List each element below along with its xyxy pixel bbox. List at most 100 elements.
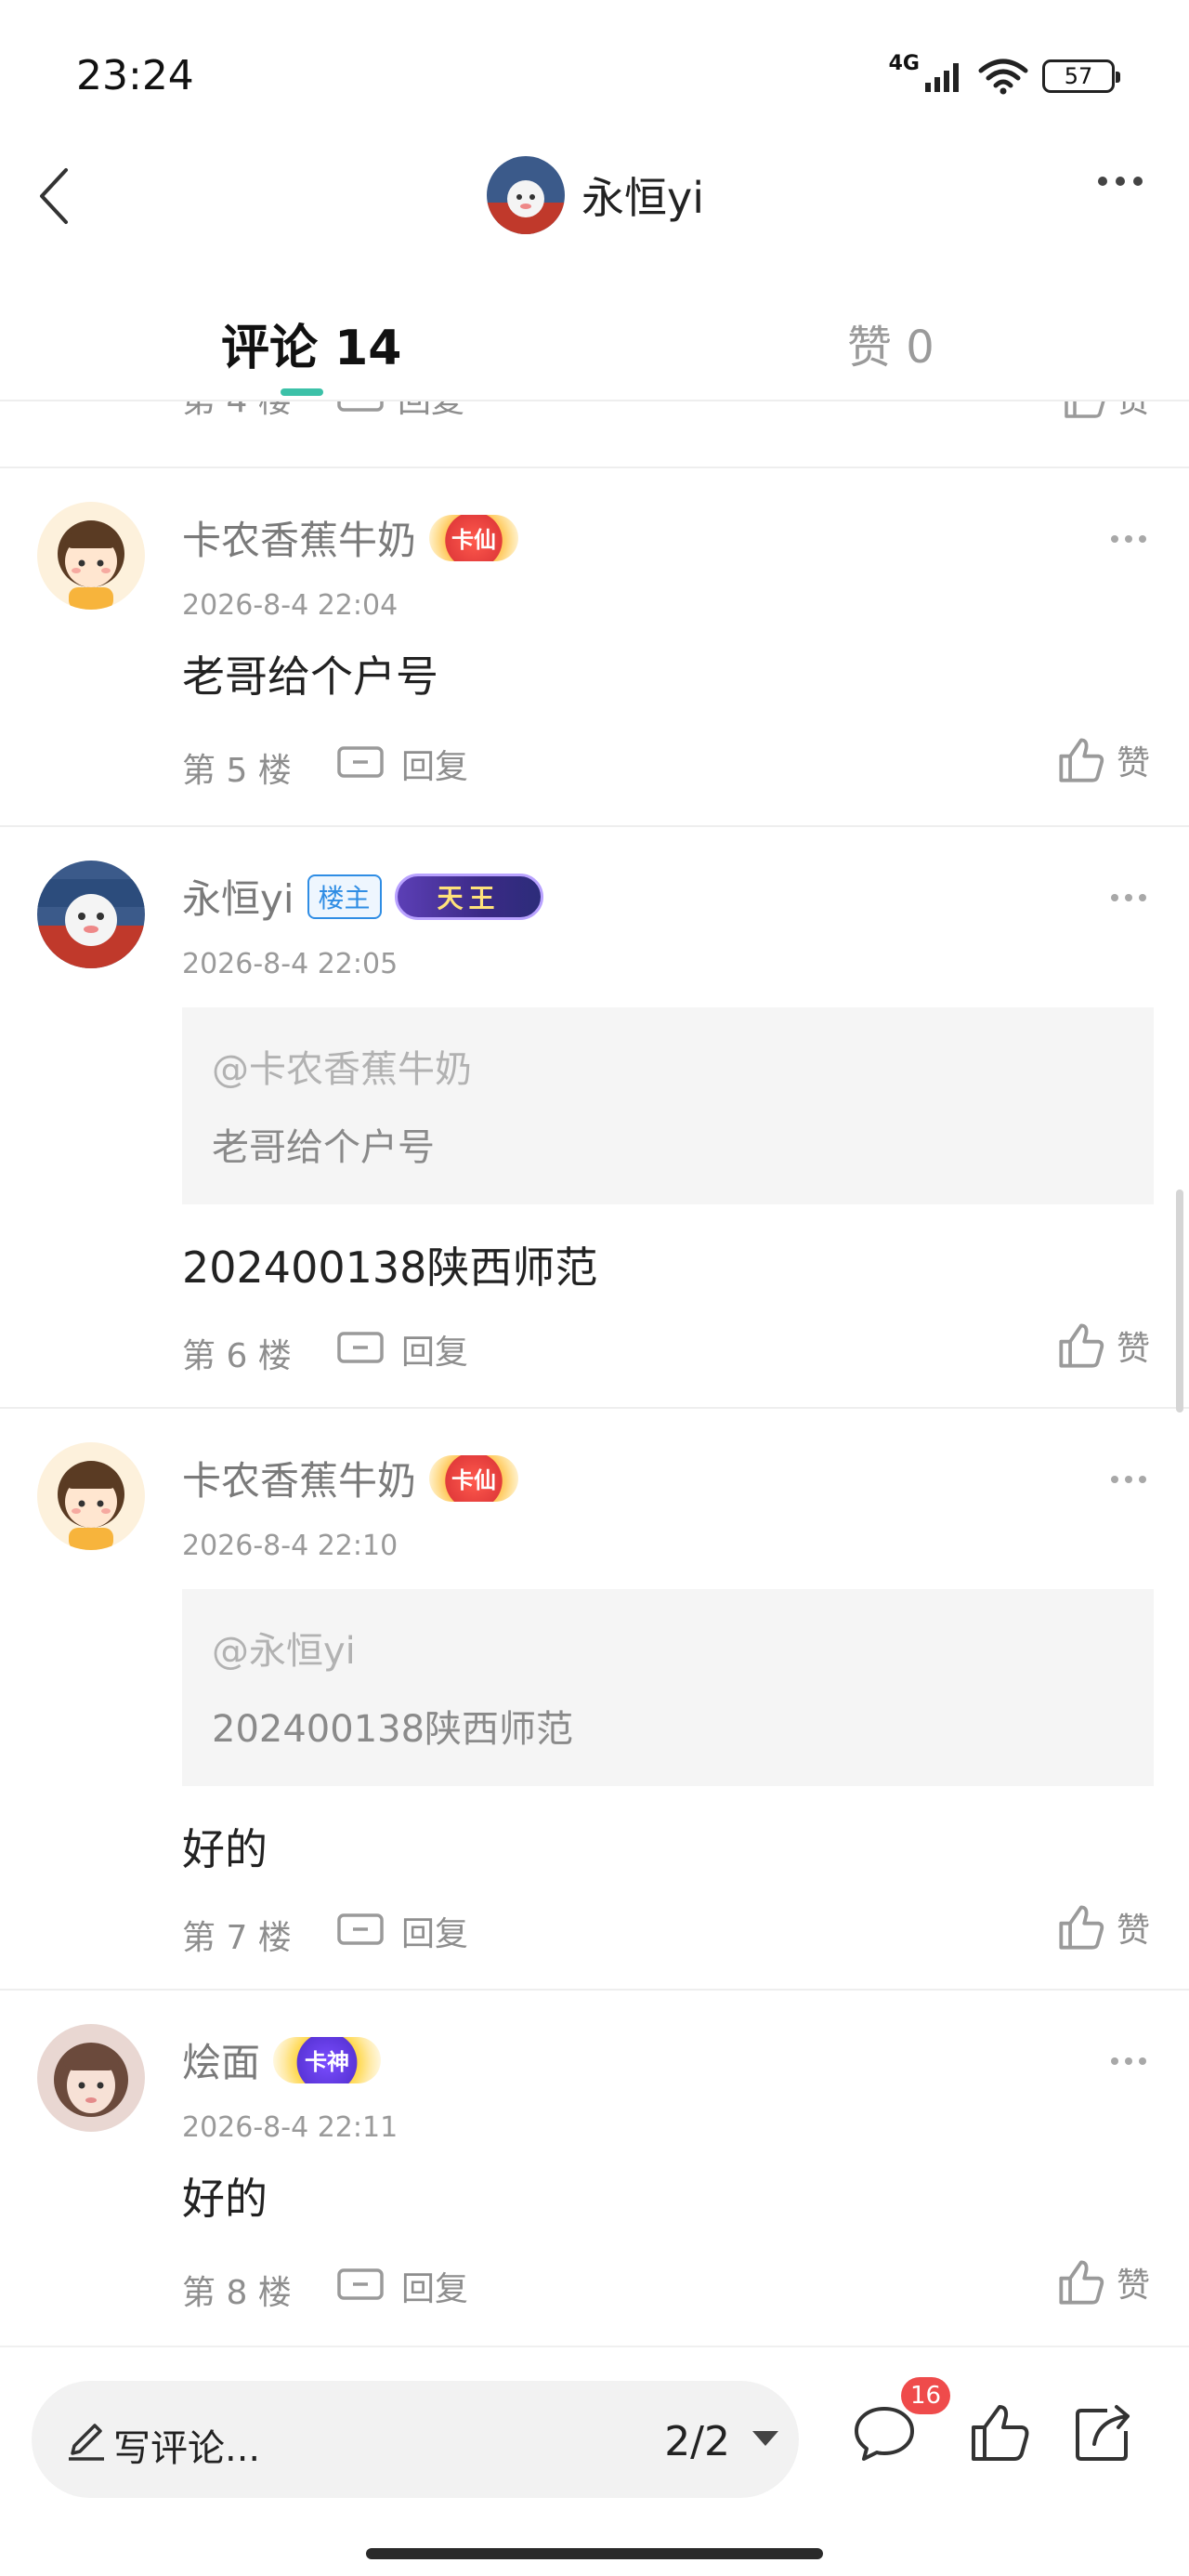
username[interactable]: 烩面 bbox=[182, 2031, 260, 2088]
more-horizontal-icon bbox=[1098, 177, 1143, 186]
like-button[interactable]: 赞 bbox=[1057, 1903, 1150, 1952]
avatar[interactable] bbox=[37, 502, 145, 610]
avatar[interactable] bbox=[37, 1442, 145, 1550]
comment-text: 好的 bbox=[182, 1824, 268, 1874]
like-label: 赞 bbox=[1117, 401, 1150, 422]
more-options-button[interactable] bbox=[1098, 177, 1143, 186]
comment-text: 202400138陕西师范 bbox=[182, 1242, 598, 1293]
like-button[interactable]: 赞 bbox=[1057, 2258, 1150, 2307]
floor-label: 第 4 楼 bbox=[182, 401, 292, 422]
comment-more-button[interactable] bbox=[1111, 894, 1146, 901]
comment-item: 烩面 卡神 2026-8-4 22:11 好的 第 8 楼 回复 赞 bbox=[0, 1989, 1189, 2346]
tab-comments[interactable]: 评论 14 bbox=[221, 309, 401, 378]
comment-placeholder: 写评论... bbox=[113, 2427, 261, 2470]
active-tab-indicator bbox=[281, 388, 323, 396]
comment-item: 永恒yi 楼主 天王 2026-8-4 22:05 @卡农香蕉牛奶 老哥给个户号… bbox=[0, 825, 1189, 1407]
thumbs-up-icon bbox=[1059, 2260, 1104, 2305]
avatar[interactable] bbox=[37, 2024, 145, 2132]
write-comment-input[interactable]: 写评论... 2/2 bbox=[32, 2381, 799, 2498]
comment-header: 烩面 卡神 bbox=[182, 2031, 382, 2088]
reply-button[interactable]: 回复 bbox=[336, 1325, 468, 1373]
reply-button[interactable]: 回复 bbox=[336, 1907, 468, 1955]
floor-label: 第 6 楼 bbox=[182, 1337, 292, 1375]
status-time: 23:24 bbox=[76, 52, 194, 99]
like-button[interactable]: 赞 bbox=[1063, 401, 1150, 422]
comment-count-badge: 16 bbox=[901, 2377, 951, 2414]
status-icons: 4G 57 bbox=[889, 52, 1120, 95]
comment-time: 2026-8-4 22:04 bbox=[182, 589, 399, 622]
reply-button[interactable]: 回复 bbox=[336, 2262, 468, 2310]
level-badge: 卡仙 bbox=[429, 1454, 519, 1502]
back-button[interactable] bbox=[26, 164, 82, 229]
comment-actions: 第 6 楼 回复 赞 bbox=[0, 1321, 1189, 1377]
username[interactable]: 卡农香蕉牛奶 bbox=[182, 1450, 416, 1506]
floor-label: 第 5 楼 bbox=[182, 752, 292, 790]
comment-time: 2026-8-4 22:11 bbox=[182, 2111, 399, 2144]
comment-more-button[interactable] bbox=[1111, 535, 1146, 543]
thumbs-up-icon bbox=[1059, 1323, 1104, 1368]
like-button[interactable]: 赞 bbox=[1057, 736, 1150, 784]
page-indicator[interactable]: 2/2 bbox=[664, 2418, 730, 2465]
comment-header: 卡农香蕉牛奶 卡仙 bbox=[182, 1450, 519, 1506]
reply-button[interactable]: 回复 bbox=[336, 401, 464, 422]
scrollbar[interactable] bbox=[1176, 1189, 1183, 1413]
thumbs-up-icon bbox=[1065, 401, 1105, 418]
quoted-user: @永恒yi bbox=[212, 1630, 356, 1673]
quoted-comment: @永恒yi 202400138陕西师范 bbox=[182, 1589, 1154, 1786]
thread-owner[interactable]: 永恒yi bbox=[487, 156, 704, 234]
username[interactable]: 永恒yi bbox=[182, 868, 294, 925]
comment-time: 2026-8-4 22:05 bbox=[182, 948, 399, 980]
floor-label: 第 8 楼 bbox=[182, 2274, 292, 2312]
tab-likes[interactable]: 赞 0 bbox=[847, 310, 934, 375]
floor-label: 第 7 楼 bbox=[182, 1919, 292, 1957]
pen-icon bbox=[69, 2424, 104, 2461]
level-badge: 卡神 bbox=[273, 2036, 382, 2083]
like-label: 赞 bbox=[1116, 1330, 1150, 1368]
quoted-text: 老哥给个户号 bbox=[212, 1126, 435, 1169]
reply-icon bbox=[337, 401, 384, 412]
comment-item: 卡农香蕉牛奶 卡仙 2026-8-4 22:04 老哥给个户号 第 5 楼 回复… bbox=[0, 467, 1189, 825]
reply-icon bbox=[337, 1332, 384, 1363]
like-label: 赞 bbox=[1116, 2267, 1150, 2305]
quoted-user: @卡农香蕉牛奶 bbox=[212, 1048, 472, 1091]
reply-label: 回复 bbox=[401, 748, 469, 786]
chevron-down-icon[interactable] bbox=[752, 2431, 778, 2446]
comment-text: 老哥给个户号 bbox=[182, 651, 438, 702]
comment-header: 卡农香蕉牛奶 卡仙 bbox=[182, 509, 519, 566]
bottom-action-bar: 写评论... 2/2 16 bbox=[0, 2346, 1189, 2576]
thumbs-up-icon bbox=[1059, 738, 1104, 782]
thumbs-up-icon[interactable] bbox=[966, 2399, 1033, 2466]
comment-more-button[interactable] bbox=[1111, 2057, 1146, 2065]
comment-more-button[interactable] bbox=[1111, 1476, 1146, 1483]
reply-label: 回复 bbox=[398, 401, 464, 422]
battery-icon: 57 bbox=[1042, 59, 1120, 93]
network-type: 4G bbox=[888, 51, 920, 75]
partial-comment-actions: 第 4 楼 回复 赞 bbox=[0, 401, 1189, 437]
avatar[interactable] bbox=[487, 156, 565, 234]
status-bar: 23:24 4G 57 bbox=[0, 0, 1189, 139]
comment-list: 第 4 楼 回复 赞 卡农香蕉牛奶 卡仙 bbox=[0, 401, 1189, 2346]
like-label: 赞 bbox=[1116, 1912, 1150, 1950]
level-badge: 天王 bbox=[394, 873, 543, 920]
quoted-text: 202400138陕西师范 bbox=[212, 1708, 574, 1751]
reply-icon bbox=[337, 2268, 384, 2300]
reply-button[interactable]: 回复 bbox=[336, 740, 468, 788]
like-button[interactable]: 赞 bbox=[1057, 1321, 1150, 1370]
avatar[interactable] bbox=[37, 861, 145, 968]
reply-label: 回复 bbox=[401, 1915, 469, 1953]
level-badge: 卡仙 bbox=[429, 514, 519, 561]
home-indicator[interactable] bbox=[366, 2548, 823, 2559]
comment-header: 永恒yi 楼主 天王 bbox=[182, 868, 543, 925]
comment-actions: 第 7 楼 回复 赞 bbox=[0, 1903, 1189, 1959]
reply-label: 回复 bbox=[401, 2270, 469, 2308]
tab-bar: 评论 14 赞 0 bbox=[0, 269, 1189, 401]
reply-icon bbox=[337, 1913, 384, 1945]
wifi-icon bbox=[978, 59, 1028, 95]
username[interactable]: 卡农香蕉牛奶 bbox=[182, 509, 416, 566]
thumbs-up-icon bbox=[1059, 1905, 1104, 1950]
signal-icon bbox=[925, 63, 959, 92]
owner-badge: 楼主 bbox=[307, 874, 382, 919]
reply-icon bbox=[337, 746, 384, 778]
quoted-comment: @卡农香蕉牛奶 老哥给个户号 bbox=[182, 1007, 1154, 1204]
share-icon[interactable] bbox=[1070, 2399, 1137, 2466]
